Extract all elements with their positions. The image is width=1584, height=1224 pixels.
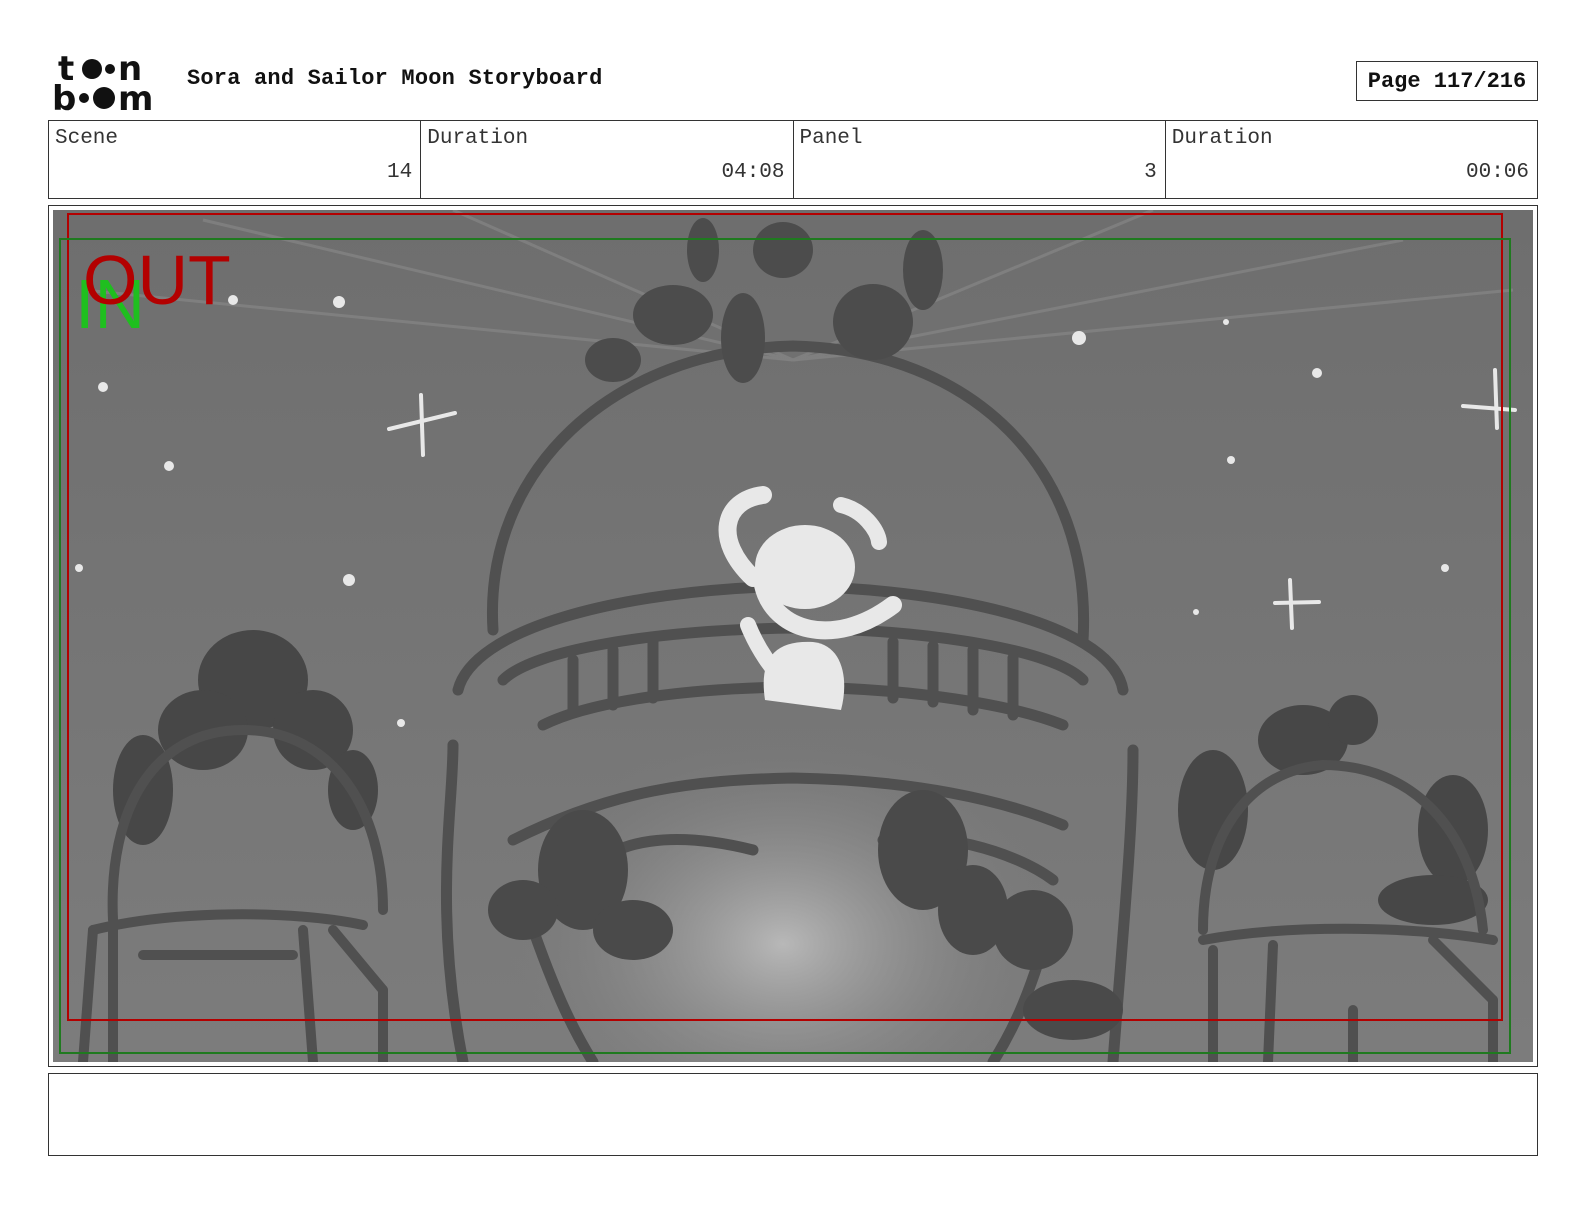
scene-cell: Scene 14	[49, 121, 422, 198]
panel-label: Panel	[799, 127, 863, 150]
panel-frame: IN OUT	[48, 205, 1538, 1067]
panel-duration-cell: Duration 00:06	[1166, 121, 1537, 198]
panel-duration-value: 00:06	[1465, 161, 1529, 184]
panel-notes	[48, 1073, 1538, 1156]
scene-duration-label: Duration	[427, 127, 529, 150]
svg-text:m: m	[118, 79, 153, 112]
panel-cell: Panel 3	[794, 121, 1166, 198]
scene-label: Scene	[55, 127, 119, 150]
scene-value: 14	[387, 161, 413, 184]
svg-text:b: b	[52, 79, 76, 112]
scene-info-table: Scene 14 Duration 04:08 Panel 3 Duration…	[48, 120, 1538, 199]
out-label: OUT	[83, 241, 231, 319]
page-number: Page 117/216	[1356, 61, 1538, 101]
panel-duration-label: Duration	[1171, 127, 1273, 150]
storyboard-sketch: IN OUT	[53, 210, 1533, 1062]
document-title: Sora and Sailor Moon Storyboard	[187, 66, 603, 91]
toon-boom-logo: t n b m	[52, 50, 153, 112]
panel-value: 3	[1144, 161, 1157, 184]
scene-duration-cell: Duration 04:08	[421, 121, 794, 198]
scene-duration-value: 04:08	[721, 161, 785, 184]
